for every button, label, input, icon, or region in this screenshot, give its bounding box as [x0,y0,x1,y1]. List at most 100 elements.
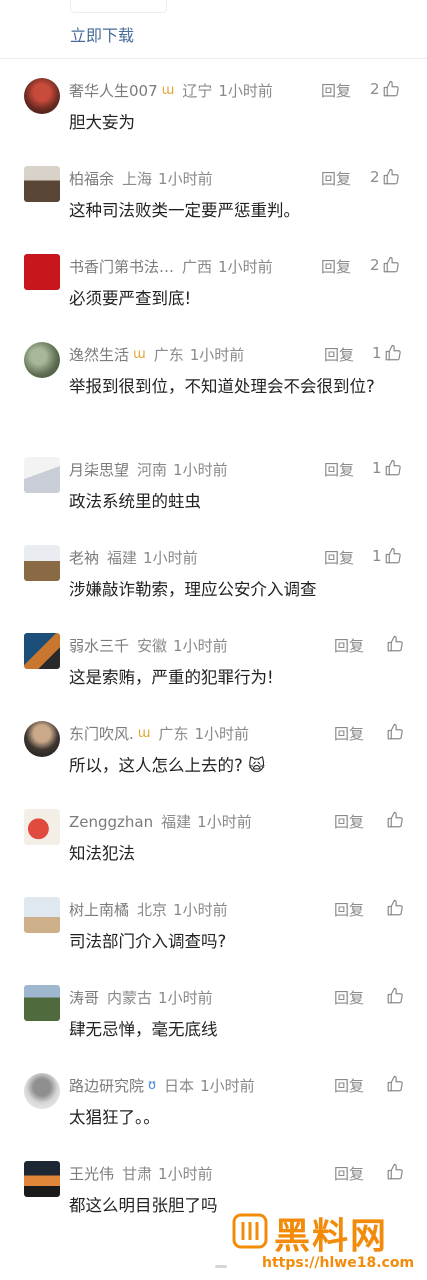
thumbs-up-icon [387,635,403,652]
thumbs-up-icon [383,80,399,97]
username[interactable]: 树上南橘 [69,899,129,920]
reply-button[interactable]: 回复 [334,635,364,656]
avatar[interactable] [24,342,60,378]
comment-item: 树上南橘 北京 1小时前 回复 司法部门介入调查吗? [0,897,427,985]
avatar[interactable] [24,457,60,493]
comment-text: 肆无忌惮，毫无底线 [69,1020,218,1039]
like-button[interactable]: 2 [370,256,400,274]
thumbs-up-icon [387,987,403,1004]
reply-button[interactable]: 回复 [321,80,351,101]
like-button[interactable] [384,899,404,917]
timestamp: 1小时前 [218,258,273,276]
thumbs-up-icon [383,168,399,185]
timestamp: 1小时前 [173,901,228,919]
reply-button[interactable]: 回复 [324,459,354,480]
avatar[interactable] [24,1073,60,1109]
download-now-link[interactable]: 立即下载 [70,22,134,46]
comment-text: 举报到很到位，不知道处理会不会很到位? [69,377,375,396]
previous-card-edge [70,0,167,13]
comment-meta: 逸然生活 ɯ 广东 1小时前 [69,344,244,365]
username[interactable]: 涛哥 [69,987,99,1008]
like-button[interactable] [384,723,404,741]
location: 内蒙古 [107,989,153,1007]
username[interactable]: 弱水三千 [69,635,129,656]
like-button[interactable]: 1 [372,547,402,565]
verified-badge-icon: ʊ [148,1078,157,1093]
timestamp: 1小时前 [158,1165,213,1183]
watermark: 黑料网 https://hlwe18.com [232,1207,422,1275]
avatar[interactable] [24,633,60,669]
like-button[interactable] [384,811,404,829]
location: 广东 [153,346,184,364]
comment-item: 书香门第书法… 广西 1小时前 回复 2 必须要严查到底! [0,254,427,342]
comment-item: 路边研究院 ʊ 日本 1小时前 回复 太猖狂了。。 [0,1073,427,1161]
username[interactable]: 路边研究院 [69,1075,144,1096]
timestamp: 1小时前 [200,1077,255,1095]
comment-item: 涛哥 内蒙古 1小时前 回复 肆无忌惮，毫无底线 [0,985,427,1073]
thumbs-up-icon [387,723,403,740]
username[interactable]: 书香门第书法… [69,256,174,277]
username[interactable]: 月柒思望 [69,459,129,480]
comment-text: 涉嫌敲诈勒索，理应公安介入调查 [69,580,317,599]
location: 甘肃 [122,1165,153,1183]
avatar[interactable] [24,78,60,114]
like-button[interactable] [384,635,404,653]
avatar[interactable] [24,166,60,202]
comment-text: 太猖狂了。。 [69,1108,160,1127]
like-count: 1 [372,344,382,362]
reply-button[interactable]: 回复 [334,723,364,744]
avatar[interactable] [24,254,60,290]
avatar[interactable] [24,545,60,581]
timestamp: 1小时前 [218,82,273,100]
username[interactable]: 东门吹风. [69,723,134,744]
like-button[interactable] [384,1163,404,1181]
location: 日本 [164,1077,195,1095]
comment-meta: 王光伟 甘肃 1小时前 [69,1163,213,1184]
like-button[interactable]: 1 [372,344,402,362]
avatar[interactable] [24,809,60,845]
reply-button[interactable]: 回复 [334,811,364,832]
username[interactable]: 柏福余 [69,168,114,189]
comment-item: 弱水三千 安徽 1小时前 回复 这是索贿，严重的犯罪行为! [0,633,427,721]
comment-text: 知法犯法 [69,844,135,863]
username[interactable]: 王光伟 [69,1163,114,1184]
reply-button[interactable]: 回复 [334,1163,364,1184]
location: 福建 [107,549,138,567]
like-count: 1 [372,547,382,565]
comment-item: 老衲 福建 1小时前 回复 1 涉嫌敲诈勒索，理应公安介入调查 [0,545,427,633]
reply-button[interactable]: 回复 [334,987,364,1008]
avatar[interactable] [24,985,60,1021]
reply-button[interactable]: 回复 [324,547,354,568]
username[interactable]: 奢华人生007 [69,80,158,101]
watermark-title: 黑料网 [274,1216,389,1257]
like-button[interactable]: 2 [370,168,400,186]
location: 上海 [122,170,153,188]
username[interactable]: 逸然生活 [69,344,129,365]
reply-button[interactable]: 回复 [324,344,354,365]
like-button[interactable] [384,1075,404,1093]
like-button[interactable]: 2 [370,80,400,98]
timestamp: 1小时前 [143,549,198,567]
comment-text: 胆大妄为 [69,113,135,132]
comment-item: 柏福余 上海 1小时前 回复 2 这种司法败类一定要严惩重判。 [0,166,427,254]
watermark-logo-icon [232,1213,268,1249]
comment-meta: Zenggzhan 福建 1小时前 [69,811,252,832]
reply-button[interactable]: 回复 [321,168,351,189]
comment-text: 司法部门介入调查吗? [69,932,227,951]
reply-button[interactable]: 回复 [334,1075,364,1096]
reply-button[interactable]: 回复 [321,256,351,277]
comment-text: 这种司法败类一定要严惩重判。 [69,201,300,220]
like-button[interactable] [384,987,404,1005]
avatar[interactable] [24,1161,60,1197]
timestamp: 1小时前 [173,637,228,655]
thumbs-up-icon [383,256,399,273]
like-count: 2 [370,256,380,274]
like-button[interactable]: 1 [372,459,402,477]
thumbs-up-icon [385,547,401,564]
avatar[interactable] [24,721,60,757]
reply-button[interactable]: 回复 [334,899,364,920]
avatar[interactable] [24,897,60,933]
username[interactable]: Zenggzhan [69,813,153,831]
username[interactable]: 老衲 [69,547,99,568]
timestamp: 1小时前 [158,989,213,1007]
